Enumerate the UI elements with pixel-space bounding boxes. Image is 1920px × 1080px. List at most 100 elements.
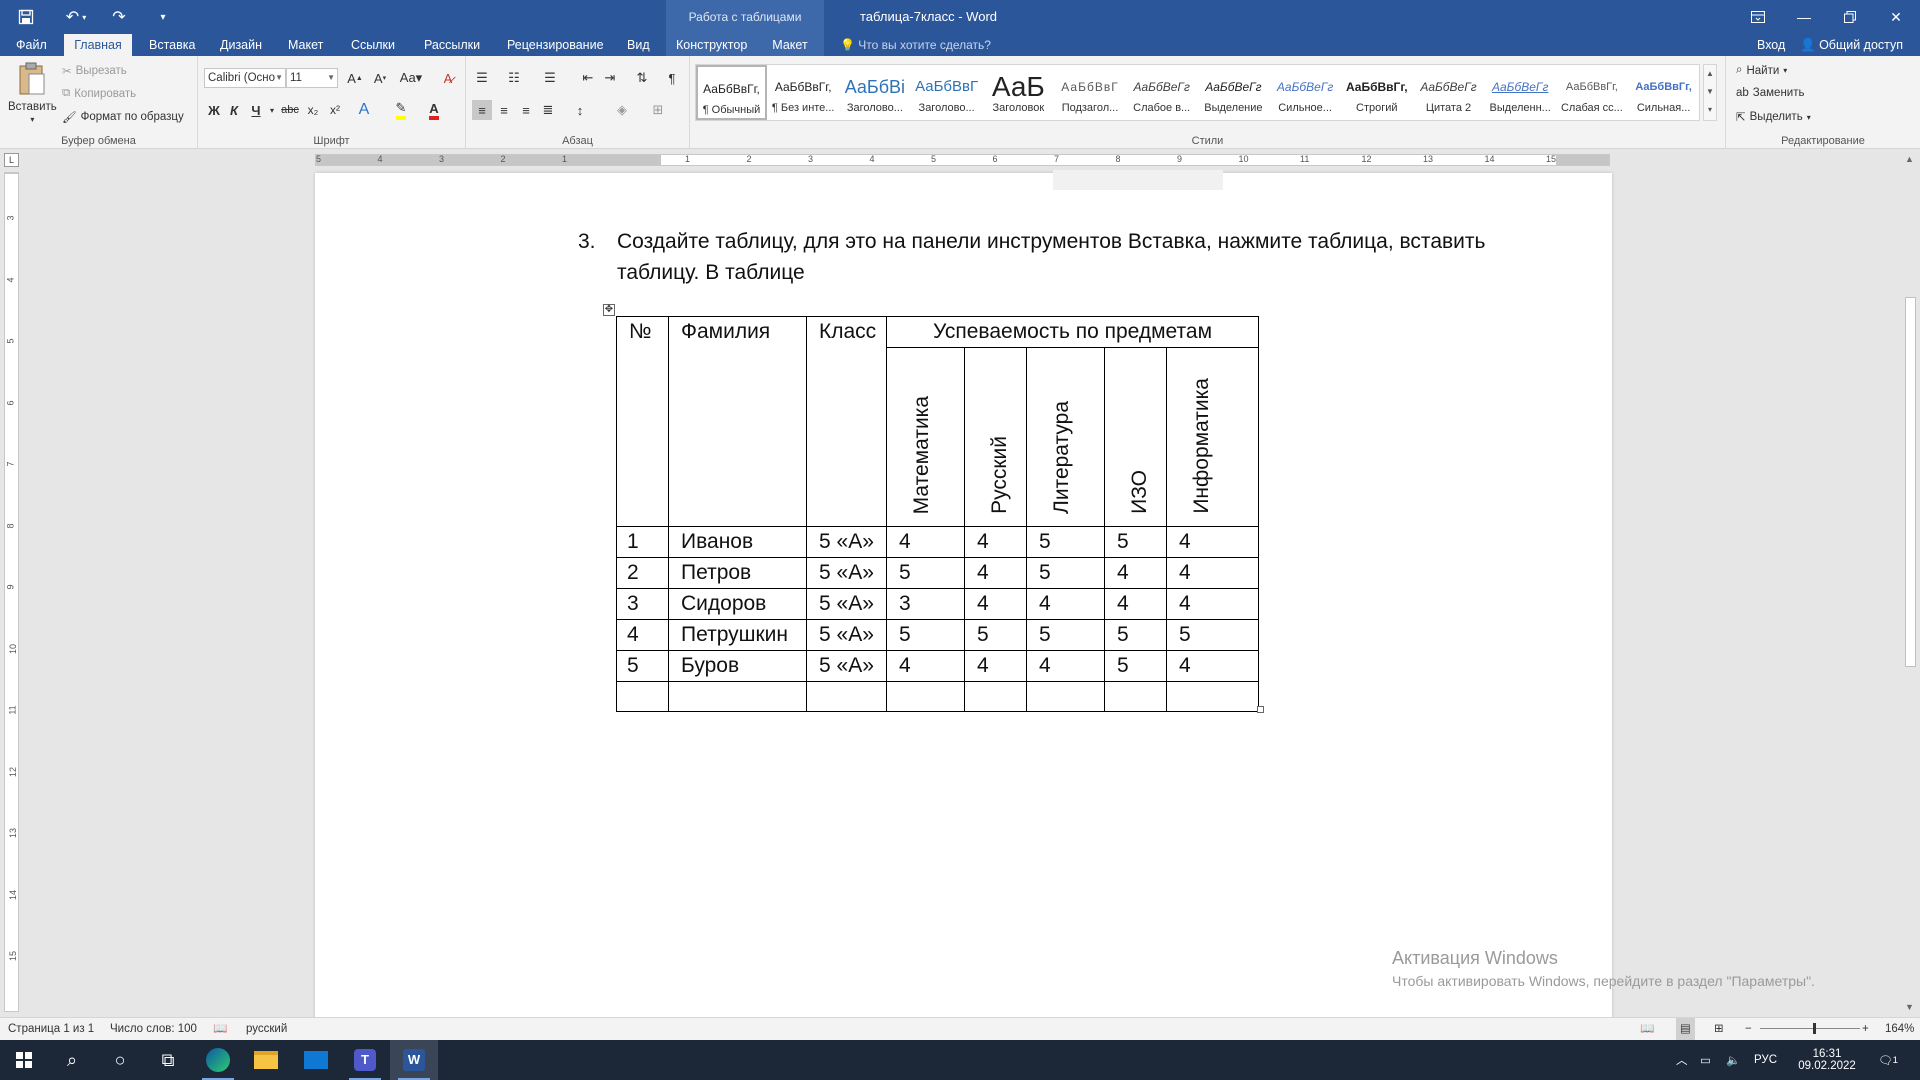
shrink-font-icon[interactable]: A ▾: [370, 68, 390, 88]
header-num[interactable]: №: [616, 316, 669, 527]
page-count[interactable]: Страница 1 из 1: [8, 1018, 94, 1040]
find-button[interactable]: ⌕ Найти ▾: [1736, 64, 1787, 77]
table-cell[interactable]: 1: [616, 526, 669, 558]
font-color-icon[interactable]: A: [424, 100, 444, 120]
tab-selector[interactable]: L: [4, 153, 19, 167]
tab-references[interactable]: Ссылки: [341, 34, 405, 56]
table-cell[interactable]: 4: [1026, 650, 1105, 682]
cut-button[interactable]: ✂ Вырезать: [62, 64, 127, 78]
table-cell[interactable]: [806, 681, 887, 712]
style-item[interactable]: АаБбВеГг Сильное...: [1270, 65, 1341, 120]
highlight-icon[interactable]: ✎: [391, 100, 411, 120]
table-cell[interactable]: 4: [1166, 557, 1259, 589]
header-grades[interactable]: Успеваемость по предметам: [886, 316, 1259, 348]
tab-insert[interactable]: Вставка: [139, 34, 205, 56]
start-windows-icon[interactable]: [0, 1040, 48, 1080]
scroll-down-icon[interactable]: ▼: [1905, 1002, 1914, 1012]
table-cell[interactable]: 5 «А»: [806, 557, 887, 589]
table-cell[interactable]: 5 «А»: [806, 619, 887, 651]
table-cell[interactable]: 3: [886, 588, 965, 620]
table-cell[interactable]: Петрушкин: [668, 619, 807, 651]
numbering-icon[interactable]: ☷: [504, 68, 524, 88]
justify-icon[interactable]: ≣: [538, 100, 558, 120]
style-item[interactable]: АаБбВвГ Заголово...: [911, 65, 982, 120]
show-marks-icon[interactable]: ¶: [662, 68, 682, 88]
style-item[interactable]: АаБбВеГг Цитата 2: [1413, 65, 1484, 120]
decrease-indent-icon[interactable]: ⇤: [578, 68, 598, 88]
font-name-select[interactable]: Calibri (Осно ▼: [204, 68, 286, 88]
header-surname[interactable]: Фамилия: [668, 316, 807, 527]
replace-button[interactable]: ab Заменить: [1736, 87, 1804, 99]
table-cell[interactable]: 5: [1104, 526, 1167, 558]
style-item[interactable]: АаБбВвГг, Слабая сс...: [1556, 65, 1627, 120]
zoom-in-icon[interactable]: +: [1862, 1018, 1869, 1040]
table-cell[interactable]: Петров: [668, 557, 807, 589]
paste-button[interactable]: Вставить ▾: [8, 62, 57, 124]
table-cell[interactable]: 5: [1026, 526, 1105, 558]
zoom-slider[interactable]: [1760, 1028, 1860, 1029]
tab-file[interactable]: Файл: [6, 34, 57, 56]
save-icon[interactable]: [8, 0, 44, 34]
table-cell[interactable]: 4: [964, 650, 1027, 682]
input-language[interactable]: РУС: [1754, 1040, 1777, 1080]
text-effects-icon[interactable]: A: [354, 100, 374, 120]
table-move-handle[interactable]: ✥: [603, 304, 615, 316]
zoom-level[interactable]: 164%: [1885, 1018, 1914, 1040]
print-layout-icon[interactable]: ▤: [1676, 1018, 1695, 1040]
table-cell[interactable]: 5: [1104, 619, 1167, 651]
clock[interactable]: 16:31 09.02.2022: [1792, 1040, 1862, 1080]
restore-icon[interactable]: [1827, 0, 1873, 34]
table-cell[interactable]: 4: [1166, 526, 1259, 558]
vertical-ruler[interactable]: 3 4 5 6 7 8 9 10 11 12 13 14 15: [4, 172, 19, 1012]
table-cell[interactable]: [886, 681, 965, 712]
align-left-icon[interactable]: ≡: [472, 100, 492, 120]
vertical-scrollbar[interactable]: ▲ ▼: [1902, 150, 1920, 1017]
bullets-icon[interactable]: ☰: [472, 68, 492, 88]
table-cell[interactable]: [1026, 681, 1105, 712]
align-right-icon[interactable]: ≡: [516, 100, 536, 120]
table-cell[interactable]: 4: [886, 526, 965, 558]
undo-icon[interactable]: ↶ ▾: [56, 0, 96, 34]
customize-toolbar-icon[interactable]: ▾: [150, 0, 176, 34]
table-cell[interactable]: Сидоров: [668, 588, 807, 620]
table-resize-handle[interactable]: [1257, 706, 1264, 713]
language-label[interactable]: русский: [246, 1018, 287, 1040]
tell-me-search[interactable]: 💡 Что вы хотите сделать?: [840, 34, 991, 56]
font-size-select[interactable]: 11 ▼: [286, 68, 338, 88]
table-cell[interactable]: 5: [1104, 650, 1167, 682]
clear-formatting-icon[interactable]: A̷: [438, 68, 458, 88]
scroll-thumb[interactable]: [1905, 297, 1916, 667]
tab-mailings[interactable]: Рассылки: [414, 34, 490, 56]
edge-browser-icon[interactable]: [194, 1040, 242, 1080]
tab-layout[interactable]: Макет: [278, 34, 333, 56]
web-layout-icon[interactable]: ⊞: [1714, 1018, 1724, 1040]
zoom-slider-thumb[interactable]: [1813, 1023, 1816, 1034]
increase-indent-icon[interactable]: ⇥: [600, 68, 620, 88]
table-cell[interactable]: 4: [1166, 650, 1259, 682]
network-icon[interactable]: ▭: [1700, 1040, 1711, 1080]
table-cell[interactable]: 5 «А»: [806, 526, 887, 558]
table-cell[interactable]: Иванов: [668, 526, 807, 558]
tab-review[interactable]: Рецензирование: [497, 34, 614, 56]
table-cell[interactable]: 5: [1166, 619, 1259, 651]
table-cell[interactable]: 5: [886, 619, 965, 651]
subscript-button[interactable]: x₂: [303, 100, 323, 120]
table-cell[interactable]: 4: [1104, 557, 1167, 589]
strikethrough-button[interactable]: abc: [280, 100, 300, 120]
redo-icon[interactable]: ↷: [104, 0, 134, 34]
table-cell[interactable]: 3: [616, 588, 669, 620]
read-mode-icon[interactable]: 📖: [1640, 1018, 1654, 1040]
table-cell[interactable]: 5: [616, 650, 669, 682]
style-item[interactable]: АаБбВі Заголово...: [839, 65, 910, 120]
borders-icon[interactable]: ⊞: [648, 100, 668, 120]
file-explorer-icon[interactable]: [242, 1040, 290, 1080]
ribbon-display-icon[interactable]: [1735, 0, 1781, 34]
header-subject[interactable]: Информатика: [1166, 347, 1259, 527]
header-subject[interactable]: Математика: [886, 347, 965, 527]
chevron-up-icon[interactable]: ︿: [1676, 1040, 1688, 1080]
copy-button[interactable]: ⧉ Копировать: [62, 87, 136, 100]
table-cell[interactable]: 5: [1026, 619, 1105, 651]
style-item[interactable]: АаБбВеГг Выделение: [1198, 65, 1269, 120]
table-cell[interactable]: 4: [616, 619, 669, 651]
table-cell[interactable]: [616, 681, 669, 712]
